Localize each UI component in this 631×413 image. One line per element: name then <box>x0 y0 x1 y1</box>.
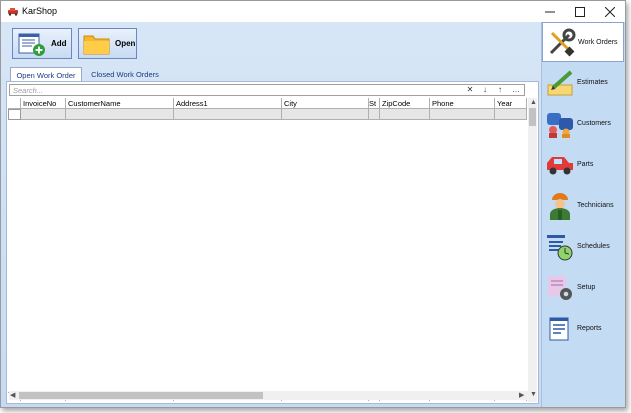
maximize-icon <box>575 6 585 17</box>
row-header-corner <box>8 98 21 109</box>
column-header-invoiceno[interactable]: InvoiceNo <box>21 98 66 109</box>
column-header-st[interactable]: St <box>369 98 380 109</box>
sidebar-item-customers[interactable]: Customers <box>542 104 624 144</box>
tab-closed-work-orders[interactable]: Closed Work Orders <box>86 67 164 81</box>
car-icon <box>547 157 573 175</box>
tab-open-work-order[interactable]: Open Work Order <box>10 67 82 82</box>
search-options-button[interactable]: … <box>510 85 522 95</box>
close-icon: ✕ <box>466 85 474 94</box>
work-order-panel: Search... ✕ ↓ ↑ … InvoiceNo CustomerName… <box>6 81 539 404</box>
scroll-left-icon[interactable]: ◀ <box>10 391 15 400</box>
people-icon <box>547 113 573 138</box>
minimize-button[interactable] <box>535 1 565 22</box>
new-row-cell[interactable] <box>66 109 174 120</box>
scroll-right-icon[interactable]: ▶ <box>519 391 524 400</box>
sidebar-item-label: Setup <box>577 284 596 291</box>
add-button[interactable]: Add <box>12 28 72 59</box>
new-row-cell[interactable] <box>380 109 430 120</box>
sidebar-item-label: Schedules <box>577 243 610 250</box>
navigation-sidebar: Work Orders Estimates Customers Parts Te… <box>541 22 625 407</box>
window-title: KarShop <box>22 6 58 16</box>
sidebar-item-reports[interactable]: Reports <box>542 309 624 349</box>
sidebar-item-label: Parts <box>577 161 594 168</box>
sidebar-item-technicians[interactable]: Technicians <box>542 186 624 226</box>
open-button[interactable]: Open <box>78 28 137 59</box>
new-row-selector[interactable] <box>8 109 21 120</box>
sidebar-item-parts[interactable]: Parts <box>542 145 624 185</box>
search-input[interactable]: Search... <box>9 84 525 96</box>
scroll-down-icon[interactable]: ▼ <box>530 390 537 399</box>
sidebar-item-label: Work Orders <box>578 39 618 46</box>
main-content: Add Open Open Work Order Closed Work Ord… <box>1 22 625 407</box>
new-row-cell[interactable] <box>21 109 66 120</box>
mechanic-icon <box>550 193 570 220</box>
gear-icon <box>548 276 572 300</box>
sidebar-item-label: Customers <box>577 120 611 127</box>
sidebar-item-label: Technicians <box>577 202 614 209</box>
column-header-zipcode[interactable]: ZipCode <box>380 98 430 109</box>
vertical-scroll-thumb[interactable] <box>529 108 536 126</box>
scroll-up-icon[interactable]: ▲ <box>530 98 537 107</box>
new-row-cell[interactable] <box>369 109 380 120</box>
close-button[interactable] <box>595 1 625 22</box>
arrow-down-icon: ↓ <box>483 85 487 94</box>
report-icon <box>549 317 569 341</box>
clear-search-button[interactable]: ✕ <box>464 85 476 95</box>
add-document-icon <box>18 33 45 56</box>
add-button-label: Add <box>51 39 67 48</box>
folder-icon <box>83 35 110 55</box>
sidebar-item-label: Estimates <box>577 79 608 86</box>
previous-match-button[interactable]: ↑ <box>494 85 506 95</box>
vertical-scrollbar[interactable]: ▲ ▼ <box>528 98 537 402</box>
sidebar-item-schedules[interactable]: Schedules <box>542 227 624 267</box>
app-window: KarShop Add Open Open Work Order Closed … <box>0 0 626 408</box>
close-icon <box>605 6 615 17</box>
title-bar: KarShop <box>1 1 625 22</box>
horizontal-scroll-thumb[interactable] <box>19 392 263 399</box>
wrench-screwdriver-icon <box>549 28 576 57</box>
new-row-cell[interactable] <box>430 109 495 120</box>
pencil-paper-icon <box>547 70 573 96</box>
work-order-grid: InvoiceNo CustomerName Address1 City St … <box>7 98 527 401</box>
column-header-phone[interactable]: Phone <box>430 98 495 109</box>
next-match-button[interactable]: ↓ <box>479 85 491 95</box>
arrow-up-icon: ↑ <box>498 85 502 94</box>
column-header-customername[interactable]: CustomerName <box>66 98 174 109</box>
new-row-cell[interactable] <box>495 109 527 120</box>
sidebar-item-setup[interactable]: Setup <box>542 268 624 308</box>
new-row-cell[interactable] <box>174 109 282 120</box>
column-header-address1[interactable]: Address1 <box>174 98 282 109</box>
column-header-city[interactable]: City <box>282 98 369 109</box>
sidebar-item-work-orders[interactable]: Work Orders <box>542 22 624 62</box>
search-placeholder: Search... <box>13 86 44 95</box>
more-icon: … <box>512 85 520 94</box>
maximize-button[interactable] <box>565 1 595 22</box>
schedule-clock-icon <box>547 235 573 261</box>
app-logo-icon <box>8 8 18 16</box>
column-header-year[interactable]: Year <box>495 98 527 109</box>
sidebar-item-label: Reports <box>577 325 602 332</box>
horizontal-scrollbar[interactable]: ◀ ▶ <box>9 391 528 400</box>
sidebar-item-estimates[interactable]: Estimates <box>542 63 624 103</box>
minimize-icon <box>545 11 555 12</box>
open-button-label: Open <box>115 39 136 48</box>
new-row-cell[interactable] <box>282 109 369 120</box>
